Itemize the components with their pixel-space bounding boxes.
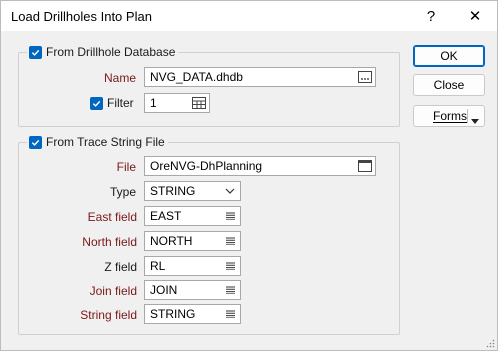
list-icon[interactable] [220, 257, 240, 275]
browse-icon[interactable] [355, 68, 375, 86]
list-icon[interactable] [220, 281, 240, 299]
drillhole-database-label: From Drillhole Database [46, 45, 176, 59]
filter-value: 1 [150, 96, 157, 110]
close-window-button[interactable]: ✕ [455, 1, 495, 31]
filter-label: Filter [107, 96, 134, 110]
filter-editor-icon[interactable] [189, 94, 209, 112]
list-icon[interactable] [220, 232, 240, 250]
north-field-value: NORTH [150, 234, 193, 248]
ok-button[interactable]: OK [413, 45, 485, 67]
drillhole-database-group [18, 52, 400, 127]
north-field-label: North field [82, 235, 137, 249]
check-icon [92, 100, 101, 107]
forms-label: Forms [433, 109, 467, 123]
trace-string-checkbox[interactable] [29, 135, 42, 149]
forms-button[interactable]: Forms [413, 105, 485, 127]
chevron-down-icon[interactable] [220, 182, 240, 200]
check-icon [31, 49, 40, 56]
string-field-value: STRING [150, 307, 196, 321]
east-field-value: EAST [150, 209, 182, 223]
file-browse-icon[interactable] [355, 157, 375, 175]
type-label: Type [109, 185, 136, 199]
drillhole-database-checkbox[interactable] [29, 45, 42, 59]
caret-down-icon[interactable] [471, 113, 479, 127]
dialog-window: Load Drillholes Into Plan ? ✕ From Drill… [0, 0, 498, 351]
north-field-input[interactable]: NORTH [144, 231, 241, 251]
help-button[interactable]: ? [411, 1, 451, 31]
join-field-label: Join field [89, 284, 137, 298]
list-icon[interactable] [220, 305, 240, 323]
resize-grip-icon[interactable] [485, 338, 495, 348]
list-icon[interactable] [220, 207, 240, 225]
east-field-input[interactable]: EAST [144, 206, 241, 226]
file-value: OreNVG-DhPlanning [150, 159, 263, 173]
forms-divider [467, 109, 468, 123]
file-label: File [116, 160, 136, 174]
filter-checkbox[interactable] [90, 96, 103, 110]
trace-string-toggle[interactable]: From Trace String File [27, 134, 168, 150]
string-field-label: String field [80, 308, 137, 322]
z-field-input[interactable]: RL [144, 256, 241, 276]
z-field-label: Z field [104, 260, 137, 274]
east-field-label: East field [87, 210, 137, 224]
filter-toggle[interactable]: Filter [90, 96, 134, 110]
type-select[interactable]: STRING [144, 181, 241, 201]
z-field-value: RL [150, 259, 166, 273]
check-icon [31, 139, 40, 146]
name-label: Name [103, 71, 136, 85]
string-field-input[interactable]: STRING [144, 304, 241, 324]
name-value: NVG_DATA.dhdb [150, 70, 243, 84]
trace-string-label: From Trace String File [46, 135, 165, 149]
drillhole-database-toggle[interactable]: From Drillhole Database [27, 44, 179, 60]
window-title: Load Drillholes Into Plan [11, 9, 152, 24]
type-value: STRING [150, 184, 196, 198]
join-field-input[interactable]: JOIN [144, 280, 241, 300]
title-bar: Load Drillholes Into Plan ? ✕ [1, 1, 497, 31]
filter-field[interactable]: 1 [144, 93, 210, 113]
file-field[interactable]: OreNVG-DhPlanning [144, 156, 376, 176]
join-field-value: JOIN [150, 283, 178, 297]
name-field[interactable]: NVG_DATA.dhdb [144, 67, 376, 87]
close-button[interactable]: Close [413, 74, 485, 96]
